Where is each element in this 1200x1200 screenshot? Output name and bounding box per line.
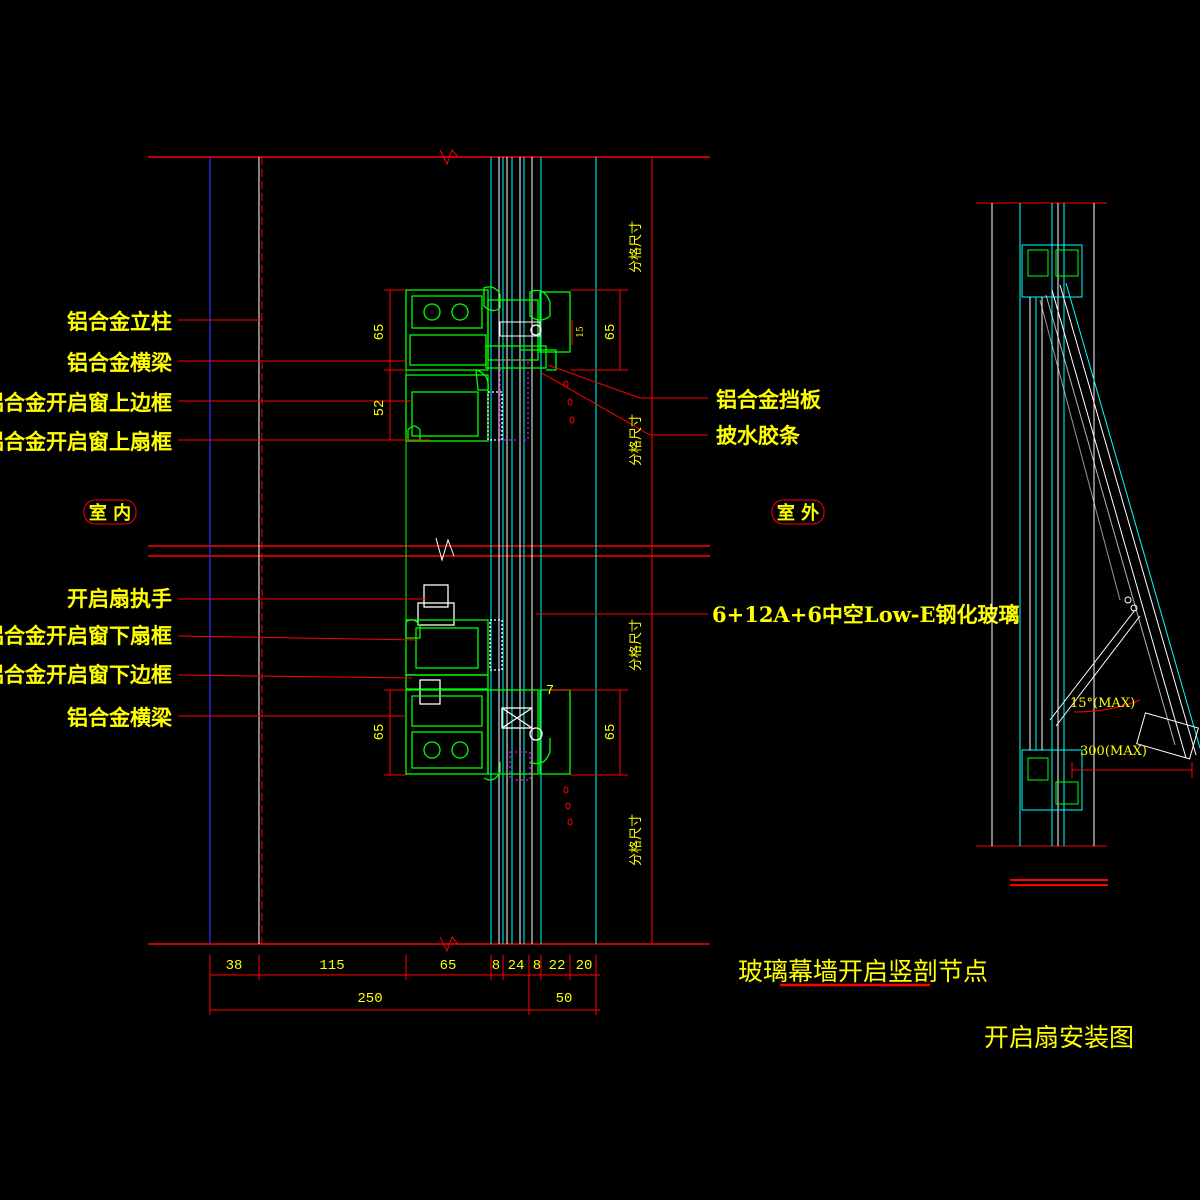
- dim-115: 115: [319, 958, 344, 974]
- label-aluminum-baffle: 铝合金挡板: [716, 387, 822, 412]
- dim-24: 24: [508, 958, 525, 974]
- dim-vert-65-right-bottom: 65: [603, 724, 619, 741]
- module-size-3: 分格尺寸: [628, 619, 644, 671]
- module-size-4: 分格尺寸: [628, 814, 644, 866]
- dim-38: 38: [226, 958, 243, 974]
- dim-8a: 8: [492, 958, 500, 974]
- upper-transom-node: [405, 286, 571, 442]
- dimension-lines: [209, 156, 660, 1015]
- label-window-top-sash: 铝合金开启窗上扇框: [0, 429, 172, 454]
- label-sash-handle: 开启扇执手: [67, 586, 172, 611]
- label-window-bottom-sash: 铝合金开启窗下扇框: [0, 623, 172, 648]
- label-window-top-frame: 铝合金开启窗上边框: [0, 390, 172, 415]
- dim-8b: 8: [533, 958, 541, 974]
- install-opening-note: 300(MAX): [1080, 744, 1147, 759]
- dim-small-15: 15: [576, 326, 586, 338]
- right-labels: 铝合金挡板 披水胶条 6+12A+6中空Low-E钢化玻璃: [712, 387, 1020, 627]
- label-aluminum-transom-bottom: 铝合金横梁: [67, 705, 173, 730]
- cad-drawing-canvas: 铝合金立柱 铝合金横梁 铝合金开启窗上边框 铝合金开启窗上扇框 开启扇执手 铝合…: [0, 149, 1200, 1052]
- drip-marks: [563, 380, 575, 826]
- module-size-1: 分格尺寸: [628, 221, 644, 273]
- exterior-tag: 室 外: [771, 499, 825, 525]
- dim-small-7: 7: [546, 683, 554, 699]
- install-title: 开启扇安装图: [984, 1023, 1134, 1052]
- main-section-frame: [148, 149, 710, 953]
- install-angle-note: 15°(MAX): [1070, 696, 1135, 711]
- label-aluminum-transom-top: 铝合金横梁: [67, 350, 173, 375]
- dim-vert-65-top: 65: [372, 324, 388, 341]
- dim-20: 20: [576, 958, 593, 974]
- main-title: 玻璃幕墙开启竖剖节点: [738, 957, 988, 986]
- dim-vert-52: 52: [372, 400, 388, 417]
- install-view: [976, 202, 1200, 886]
- dim-vert-65-bottom: 65: [372, 724, 388, 741]
- label-drip-seal-strip: 披水胶条: [716, 423, 801, 448]
- exterior-label: 室 外: [777, 502, 819, 524]
- label-window-bottom-frame: 铝合金开启窗下边框: [0, 662, 172, 687]
- label-insulating-glass: 6+12A+6中空Low-E钢化玻璃: [712, 602, 1020, 627]
- dim-22: 22: [549, 958, 566, 974]
- interior-label: 室 内: [89, 502, 131, 524]
- dim-250: 250: [357, 991, 382, 1007]
- module-size-2: 分格尺寸: [628, 414, 644, 466]
- label-aluminum-mullion: 铝合金立柱: [67, 309, 172, 334]
- dim-vert-65-right-top: 65: [603, 324, 619, 341]
- dim-50: 50: [556, 991, 573, 1007]
- dim-65: 65: [440, 958, 457, 974]
- interior-tag: 室 内: [83, 499, 137, 525]
